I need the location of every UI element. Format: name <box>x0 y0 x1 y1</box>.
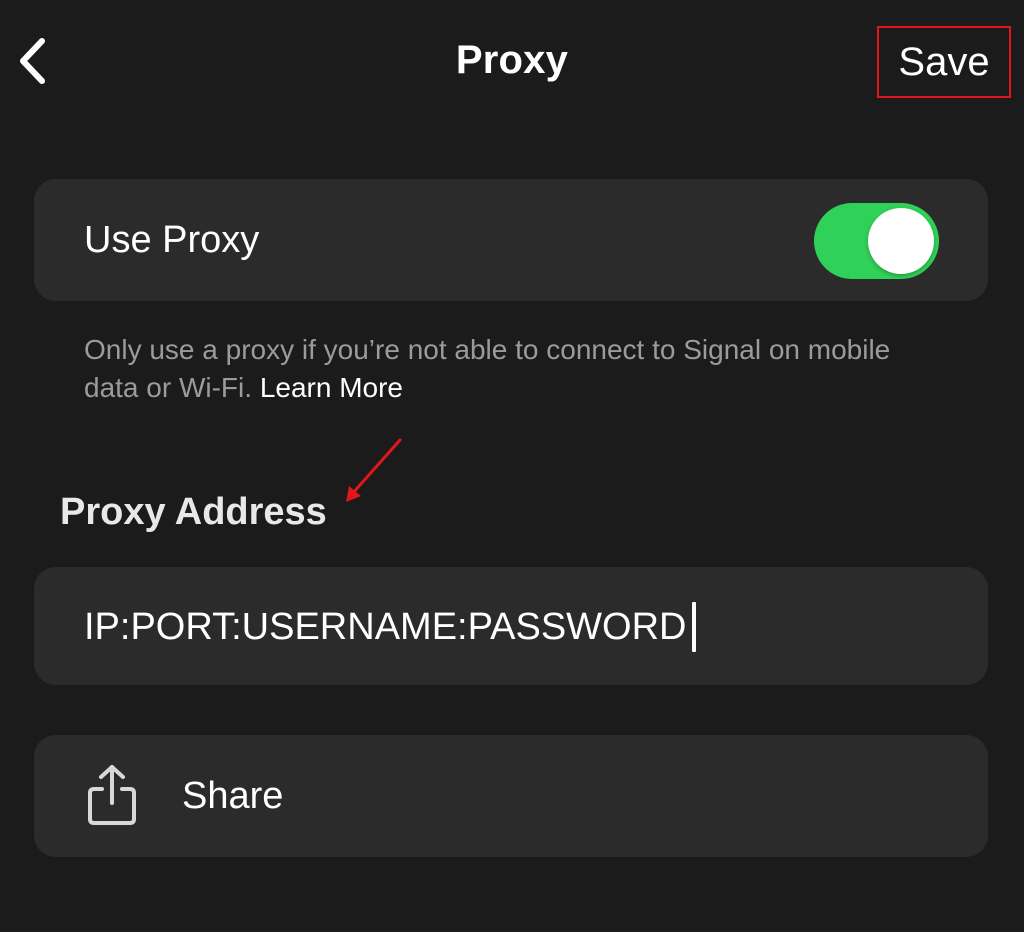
proxy-helper-text: Only use a proxy if you’re not able to c… <box>84 331 944 407</box>
text-caret <box>692 602 697 652</box>
proxy-address-input[interactable]: IP:PORT:USERNAME:PASSWORD <box>84 602 697 652</box>
toggle-knob <box>868 208 934 274</box>
chevron-left-icon <box>20 38 45 84</box>
share-label: Share <box>182 775 284 817</box>
learn-more-link[interactable]: Learn More <box>260 372 403 403</box>
annotation-arrow-icon <box>346 438 402 502</box>
use-proxy-label: Use Proxy <box>84 219 260 261</box>
proxy-address-card: IP:PORT:USERNAME:PASSWORD <box>34 567 988 685</box>
share-icon <box>88 765 136 825</box>
use-proxy-toggle[interactable] <box>814 203 939 279</box>
page-title: Proxy <box>455 38 569 82</box>
share-button[interactable]: Share <box>34 735 988 857</box>
proxy-address-value: IP:PORT:USERNAME:PASSWORD <box>84 605 687 648</box>
proxy-settings-screen: Proxy Save Use Proxy Only use a proxy if… <box>0 0 1024 932</box>
save-button[interactable]: Save <box>877 26 1011 98</box>
proxy-address-header: Proxy Address <box>60 491 327 533</box>
use-proxy-card: Use Proxy <box>34 179 988 301</box>
helper-description: Only use a proxy if you’re not able to c… <box>84 334 891 403</box>
share-card: Share <box>34 735 988 857</box>
back-button[interactable] <box>10 34 54 88</box>
